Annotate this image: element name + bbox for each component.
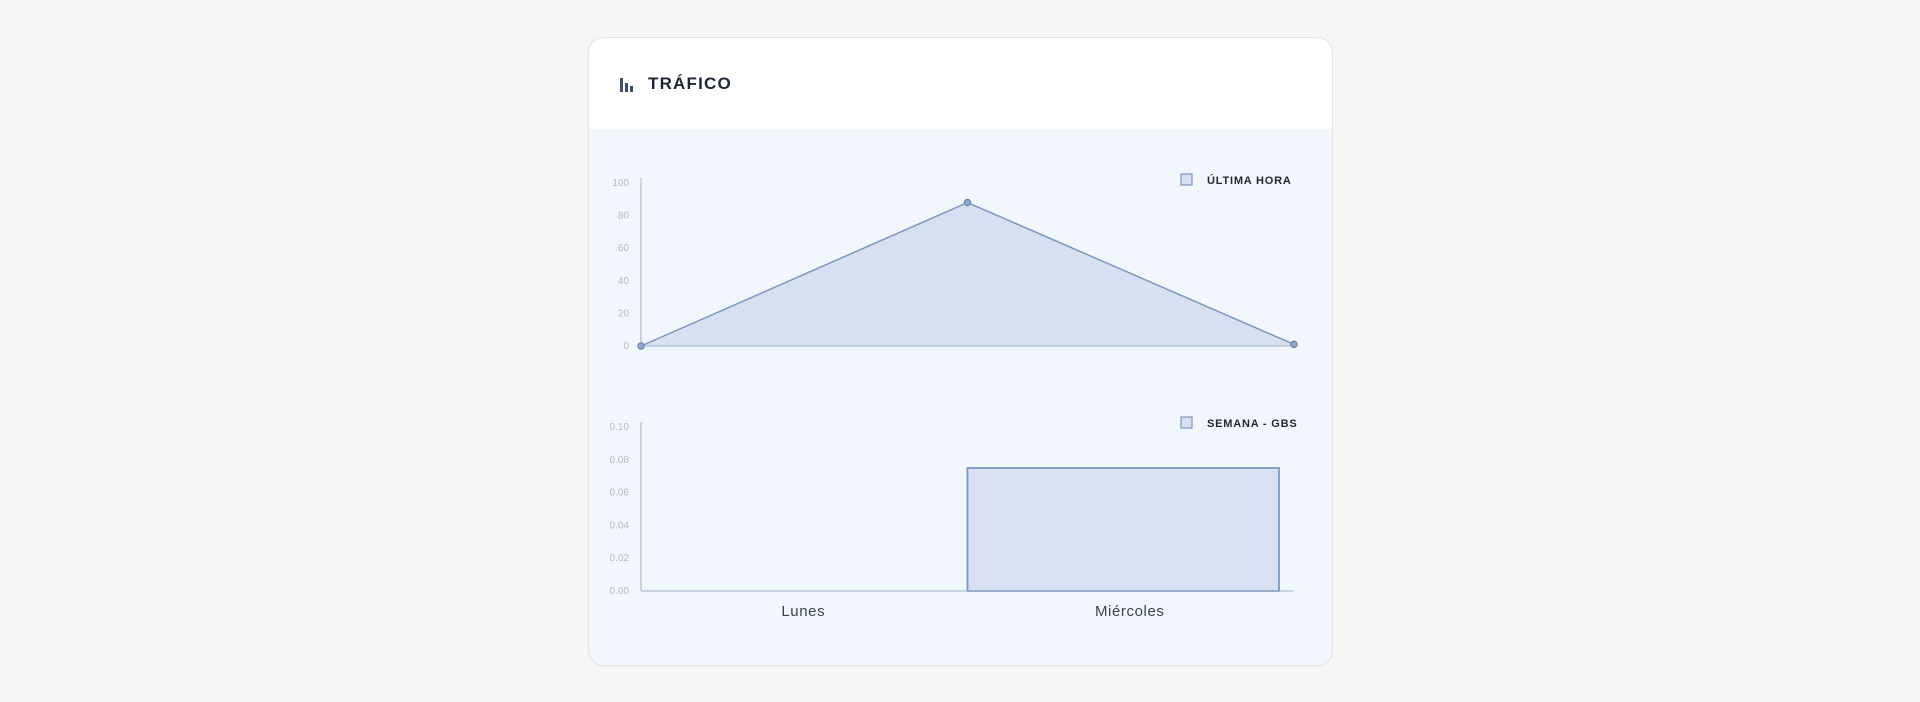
y-tick-label: 0.00 (610, 586, 630, 597)
legend-label: SEMANA - GBS (1207, 418, 1297, 430)
y-tick-label: 20 (618, 308, 630, 319)
y-tick-label: 0.06 (610, 488, 630, 499)
area-fill (641, 202, 1294, 346)
data-point (637, 342, 645, 350)
bar (966, 467, 1280, 592)
traffic-card: TRÁFICO 0 20 40 60 80 100 ÚLTIMA HORA 0.00 0.02 0… (588, 37, 1333, 666)
legend-swatch (1180, 416, 1193, 429)
legend-swatch (1180, 173, 1193, 186)
y-tick-label: 0.08 (610, 455, 630, 466)
x-tick-label: Miércoles (1095, 603, 1165, 620)
data-point (963, 198, 972, 207)
charts-area: 0 20 40 60 80 100 ÚLTIMA HORA 0.00 0.02 0.04 0.06 0… (610, 173, 1298, 620)
y-tick-label: 40 (618, 276, 630, 287)
y-tick-label: 100 (612, 178, 629, 189)
y-tick-label: 0.04 (610, 520, 630, 531)
y-tick-label: 80 (618, 211, 630, 222)
y-tick-label: 0 (623, 341, 629, 352)
y-tick-label: 0.02 (610, 553, 630, 564)
legend-label: ÚLTIMA HORA (1207, 174, 1292, 187)
x-tick-label: Lunes (781, 603, 825, 620)
y-tick-label: 0.10 (610, 422, 630, 433)
data-point (1290, 340, 1298, 349)
y-tick-label: 60 (618, 243, 630, 254)
